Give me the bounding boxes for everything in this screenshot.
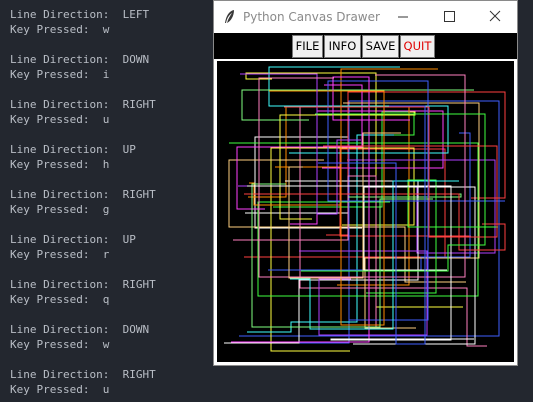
log-entry: Line Direction: RIGHT Key Pressed: u	[10, 367, 156, 397]
line-direction-text: Line Direction: LEFT	[10, 8, 150, 21]
close-button[interactable]	[472, 1, 518, 33]
log-entry: Line Direction: UP Key Pressed: h	[10, 142, 136, 172]
minimize-button[interactable]	[380, 1, 426, 33]
log-entry: Line Direction: RIGHT Key Pressed: u	[10, 97, 156, 127]
canvas-drawer-window[interactable]: Python Canvas Drawer FILE INFO SAVE QUIT	[213, 0, 518, 366]
line-direction-text: Line Direction: DOWN	[10, 53, 150, 66]
log-entry: Line Direction: UP Key Pressed: r	[10, 232, 136, 262]
key-pressed-text: Key Pressed: q	[10, 293, 110, 306]
key-pressed-text: Key Pressed: i	[10, 68, 110, 81]
line-direction-text: Line Direction: RIGHT	[10, 98, 156, 111]
info-button[interactable]: INFO	[324, 35, 361, 58]
key-pressed-text: Key Pressed: w	[10, 338, 110, 351]
line-direction-text: Line Direction: RIGHT	[10, 278, 156, 291]
line-direction-text: Line Direction: UP	[10, 233, 136, 246]
minimize-icon	[398, 16, 408, 18]
line-direction-text: Line Direction: RIGHT	[10, 188, 156, 201]
key-pressed-text: Key Pressed: g	[10, 203, 110, 216]
window-title: Python Canvas Drawer	[243, 10, 380, 24]
key-pressed-text: Key Pressed: u	[10, 113, 110, 126]
close-icon	[489, 10, 501, 22]
title-bar[interactable]: Python Canvas Drawer	[214, 1, 517, 33]
line-direction-text: Line Direction: RIGHT	[10, 368, 156, 381]
file-button[interactable]: FILE	[292, 35, 323, 58]
key-pressed-text: Key Pressed: w	[10, 23, 110, 36]
log-entry: Line Direction: LEFT Key Pressed: w	[10, 7, 149, 37]
key-pressed-text: Key Pressed: u	[10, 383, 110, 396]
toolbar: FILE INFO SAVE QUIT	[214, 33, 517, 59]
log-entry: Line Direction: DOWN Key Pressed: i	[10, 52, 149, 82]
line-direction-text: Line Direction: UP	[10, 143, 136, 156]
maximize-icon	[444, 11, 455, 22]
maximize-button[interactable]	[426, 1, 472, 33]
log-entry: Line Direction: DOWN Key Pressed: w	[10, 322, 149, 352]
drawing-canvas-frame	[214, 59, 517, 365]
drawing-canvas[interactable]	[217, 61, 514, 362]
quit-button[interactable]: QUIT	[400, 35, 435, 58]
log-entry: Line Direction: RIGHT Key Pressed: q	[10, 277, 156, 307]
save-button[interactable]: SAVE	[362, 35, 399, 58]
line-direction-text: Line Direction: DOWN	[10, 323, 150, 336]
key-pressed-text: Key Pressed: h	[10, 158, 110, 171]
log-entry: Line Direction: RIGHT Key Pressed: g	[10, 187, 156, 217]
key-pressed-text: Key Pressed: r	[10, 248, 110, 261]
feather-icon	[225, 10, 234, 23]
